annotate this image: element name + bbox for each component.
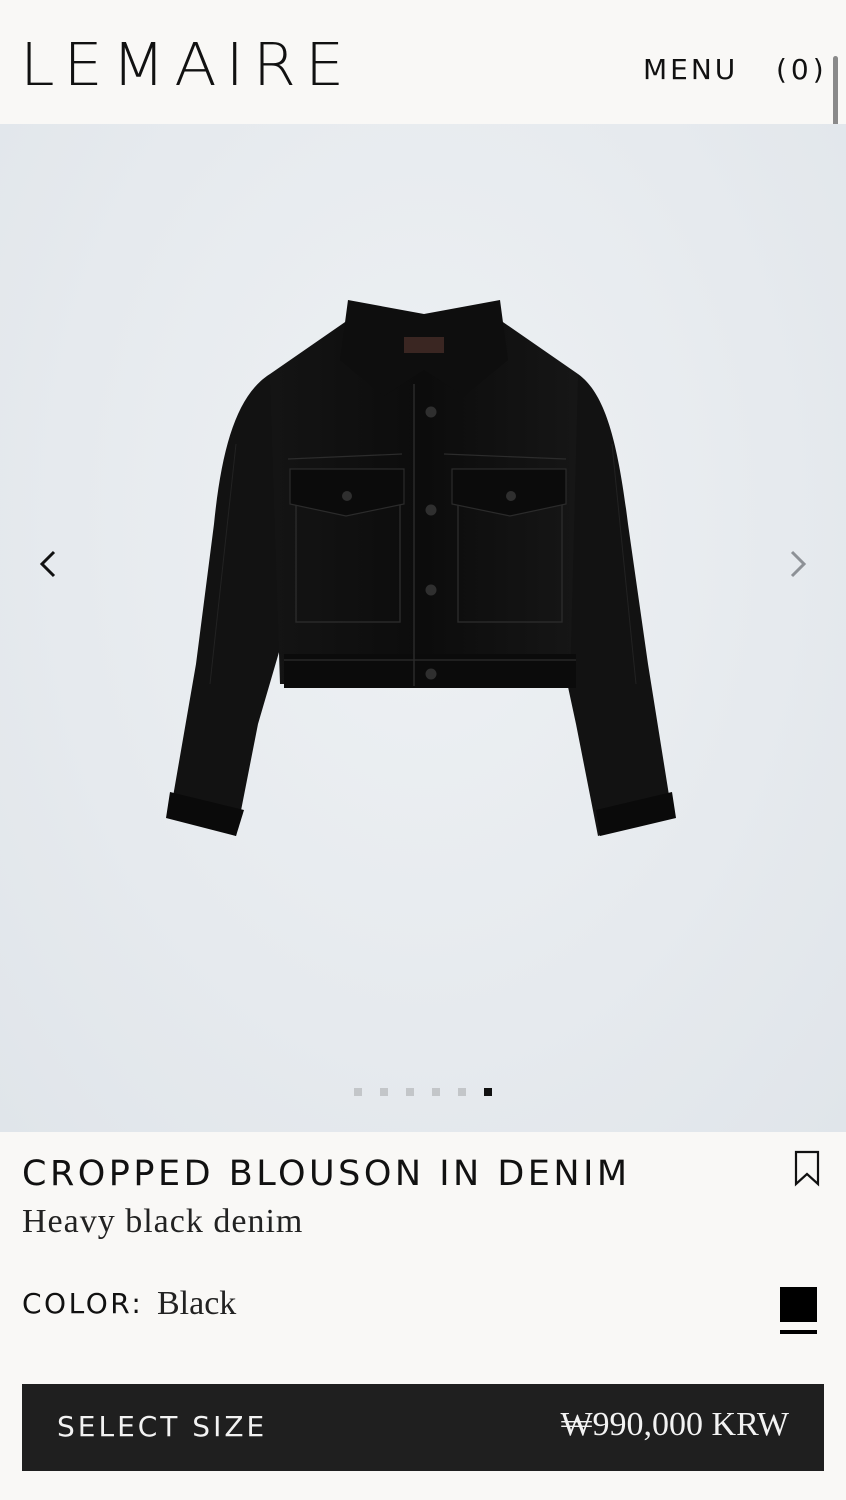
swatch-selected-indicator [780,1330,817,1334]
gallery-dot-2[interactable] [380,1088,388,1096]
product-image [166,300,676,836]
gallery-dot-6[interactable] [484,1088,492,1096]
product-price: ₩990,000 KRW [560,1406,789,1443]
menu-button[interactable]: MENU [643,52,738,88]
product-gallery[interactable] [0,124,846,1132]
chevron-right-icon [790,550,807,578]
color-label: COLOR: [22,1287,144,1320]
select-size-button[interactable]: SELECT SIZE ₩990,000 KRW [22,1384,824,1471]
next-image-button[interactable] [778,544,818,584]
cart-button[interactable]: (0) [776,52,828,88]
gallery-dot-1[interactable] [354,1088,362,1096]
previous-image-button[interactable] [28,544,68,584]
product-material: Heavy black denim [22,1203,304,1240]
color-value: Black [157,1285,237,1322]
gallery-dot-3[interactable] [406,1088,414,1096]
gallery-dot-5[interactable] [458,1088,466,1096]
product-title: CROPPED BLOUSON IN DENIM [22,1154,631,1194]
wishlist-button[interactable] [792,1150,822,1188]
swatch-fill [780,1287,817,1322]
gallery-pagination [352,1088,512,1098]
gallery-dot-4[interactable] [432,1088,440,1096]
site-header: LEMAIRE MENU (0) [0,0,846,124]
color-swatch-black[interactable] [780,1287,817,1335]
chevron-left-icon [39,550,56,578]
brand-logo[interactable]: LEMAIRE [20,31,353,99]
select-size-label: SELECT SIZE [57,1410,268,1443]
bookmark-icon [794,1150,820,1187]
